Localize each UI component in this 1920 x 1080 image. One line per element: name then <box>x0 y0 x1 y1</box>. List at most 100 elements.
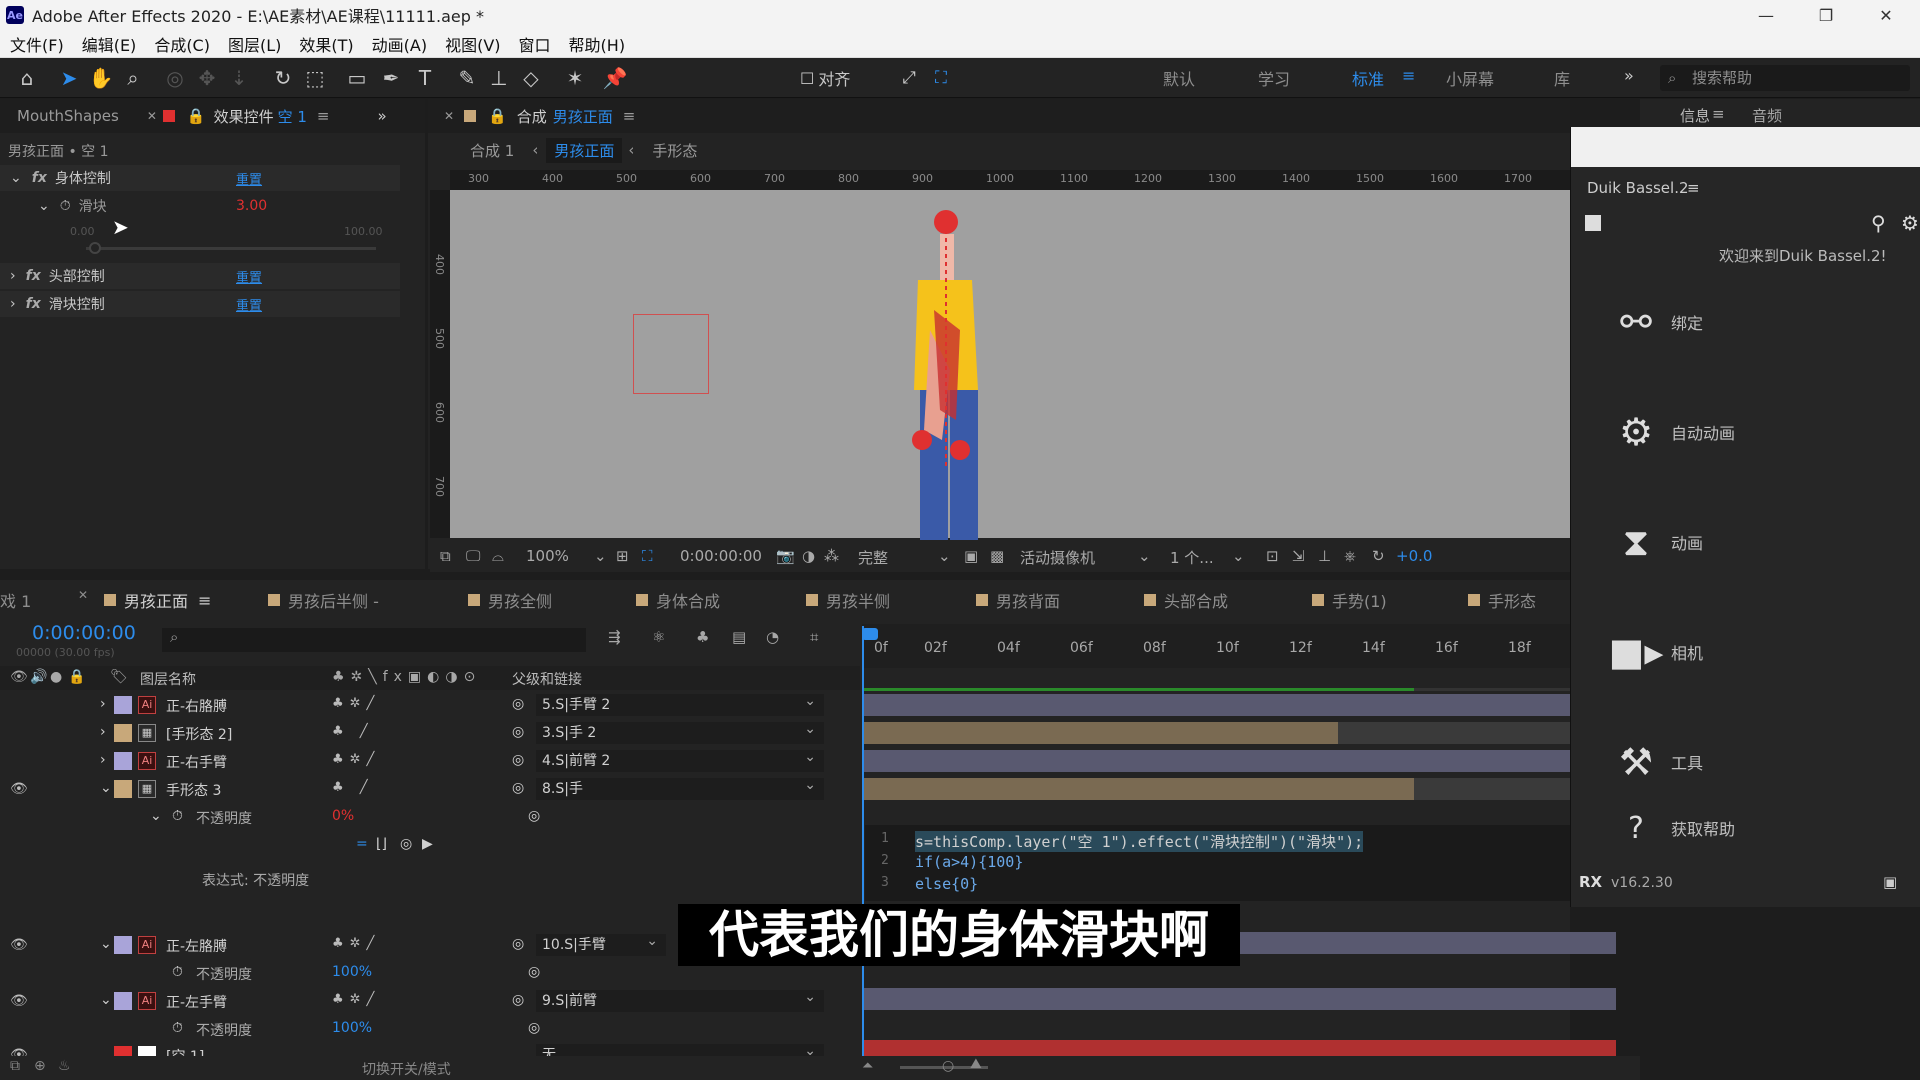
tab-gesture[interactable]: 手势(1) <box>1332 588 1387 612</box>
fx-icon[interactable]: fx <box>26 296 41 312</box>
duik-automation-button[interactable]: ⚙ 自动动画 <box>1571 377 1920 487</box>
layer-duration-bar[interactable] <box>864 778 1414 800</box>
pan-behind-tool-icon[interactable]: ⬚ <box>300 64 330 92</box>
frame-blending-icon[interactable]: ▤ <box>732 628 746 646</box>
roto-brush-icon[interactable]: ✶ <box>560 64 590 92</box>
workspace-learn[interactable]: 学习 <box>1258 66 1290 90</box>
layer-duration-bar[interactable] <box>864 722 1338 744</box>
layer-name[interactable]: 正-右胳膊 <box>166 696 227 716</box>
slider-track[interactable] <box>86 242 376 254</box>
zoom-out-icon[interactable]: ⏶ <box>862 1058 873 1074</box>
duik-close-icon[interactable]: ▣ <box>1883 873 1897 891</box>
layer-row[interactable]: 👁 [空 1] 无 <box>0 1042 860 1056</box>
reset-exposure-icon[interactable]: ↻ <box>1372 547 1385 565</box>
show-snapshot-icon[interactable]: ◑ <box>802 547 815 565</box>
workspace-small-screen[interactable]: 小屏幕 <box>1446 66 1494 90</box>
pickwhip-icon[interactable]: ◎ <box>512 752 524 768</box>
flowchart-icon[interactable]: ⎈ <box>1344 547 1356 565</box>
draft-3d-icon[interactable]: ⚛ <box>652 628 665 646</box>
work-area-start-icon[interactable] <box>862 628 878 640</box>
zoom-in-icon[interactable]: ⛰ <box>970 1056 982 1072</box>
expression-enable-icon[interactable]: = <box>356 836 368 852</box>
eraser-tool-icon[interactable]: ◇ <box>516 64 546 92</box>
parent-select[interactable]: 9.S|前臂 <box>536 986 824 1012</box>
chevron-down-icon[interactable]: ⌄ <box>150 808 162 824</box>
label-icon[interactable]: 🏷 <box>110 669 128 685</box>
tab-composition-name[interactable]: 男孩正面 <box>553 106 613 127</box>
render-time-icon[interactable]: ⧉ <box>10 1058 20 1074</box>
timeline-timecode[interactable]: 0:00:00:00 <box>32 622 136 644</box>
chevron-right-icon[interactable]: › <box>100 696 106 712</box>
zoom-select[interactable]: 100% <box>526 547 569 565</box>
menu-effect[interactable]: 效果(T) <box>299 32 353 56</box>
stopwatch-icon[interactable]: ⏱ <box>60 198 71 214</box>
menu-edit[interactable]: 编辑(E) <box>82 32 137 56</box>
character-figure[interactable] <box>870 210 1000 540</box>
close-tab-icon[interactable]: ✕ <box>78 588 88 602</box>
duik-tools-button[interactable]: ⚒ 工具 <box>1571 707 1920 817</box>
layer-row[interactable]: 👁 ⌄ ▦ 手形态 3 ♣ ╱ ◎ 8.S|手 <box>0 774 860 803</box>
toggle-switches-label[interactable]: 切换开关/模式 <box>362 1059 451 1079</box>
chevron-down-icon[interactable]: ⌄ <box>594 547 607 565</box>
motion-blur-icon[interactable]: ◔ <box>766 628 779 646</box>
eye-icon[interactable]: 👁 <box>10 993 28 1009</box>
snap-grid-icon[interactable]: ⛶ <box>926 64 956 92</box>
expression-pickwhip-icon[interactable]: ◎ <box>400 836 412 852</box>
close-tab-icon[interactable]: ✕ <box>147 109 157 123</box>
pickwhip-icon[interactable]: ◎ <box>512 696 524 712</box>
expand-icon[interactable]: ⊕ <box>34 1058 46 1074</box>
puppet-pin-icon[interactable]: 📌 <box>600 64 630 92</box>
tab-hand-shape[interactable]: 手形态 <box>1488 588 1536 612</box>
workspace-libraries[interactable]: 库 <box>1554 66 1570 90</box>
lock-icon[interactable]: 🔒 <box>68 669 85 685</box>
workspace-overflow-icon[interactable]: » <box>1624 66 1634 85</box>
layer-name[interactable]: [手形态 2] <box>166 724 232 744</box>
layer-duration-bar[interactable] <box>864 750 1570 772</box>
lock-icon[interactable]: 🔒 <box>488 107 507 125</box>
eye-icon[interactable]: 👁 <box>10 1047 28 1056</box>
reset-link[interactable]: 重置 <box>236 295 262 314</box>
layer-switches[interactable]: ♣✲╱ <box>332 696 380 711</box>
layer-search-input[interactable]: ⌕ <box>162 628 586 652</box>
parent-link-header[interactable]: 父级和链接 <box>512 669 582 689</box>
audio-icon[interactable]: 🔊 <box>30 669 47 685</box>
menu-help[interactable]: 帮助(H) <box>569 32 626 56</box>
layer-name-header[interactable]: 图层名称 <box>140 669 196 689</box>
tab-boy-full-side[interactable]: 男孩全侧 <box>488 588 552 612</box>
brush-tool-icon[interactable]: ✎ <box>452 64 482 92</box>
tab-body-comp[interactable]: 身体合成 <box>656 588 720 612</box>
expression-menu-icon[interactable]: ▶ <box>422 836 433 852</box>
chevron-down-icon[interactable]: ⌄ <box>938 547 951 565</box>
fx-icon[interactable]: fx <box>32 170 47 186</box>
duik-help-button[interactable]: ? 获取帮助 <box>1571 803 1920 853</box>
menu-animation[interactable]: 动画(A) <box>372 32 427 56</box>
chevron-down-icon[interactable]: ⌄ <box>100 780 112 796</box>
flowchart-icon[interactable]: ♨ <box>58 1058 71 1074</box>
effect-row-slider-control[interactable]: › fx 滑块控制 重置 <box>0 291 400 317</box>
monitor-icon[interactable]: 🖵 <box>466 547 480 565</box>
dolly-camera-icon[interactable]: ⇣ <box>224 64 254 92</box>
stopwatch-icon[interactable]: ⏱ <box>172 808 183 824</box>
graph-editor-icon[interactable]: ⌗ <box>810 628 818 646</box>
clone-stamp-icon[interactable]: ⊥ <box>484 64 514 92</box>
tab-head-comp[interactable]: 头部合成 <box>1164 588 1228 612</box>
chevron-down-icon[interactable]: ⌄ <box>10 170 22 186</box>
expression-editor[interactable]: 1 2 3 s=thisComp.layer("空 1").effect("滑块… <box>865 825 1570 901</box>
panel-menu-icon[interactable]: ≡ <box>1687 179 1700 197</box>
menu-layer[interactable]: 图层(L) <box>228 32 281 56</box>
null-layer-box[interactable] <box>633 314 709 394</box>
chevron-right-icon[interactable]: › <box>10 268 16 284</box>
playhead[interactable] <box>862 626 864 1056</box>
pickwhip-icon[interactable]: ◎ <box>512 724 524 740</box>
label-color-icon[interactable] <box>114 752 132 770</box>
layer-row[interactable]: › Ai 正-右手臂 ♣✲╱ ◎ 4.S|前臂 2 <box>0 746 860 775</box>
viewer-timecode[interactable]: 0:00:00:00 <box>680 547 762 565</box>
fast-previews-icon[interactable]: ⇲ <box>1292 547 1305 565</box>
hand-tool-icon[interactable]: ✋ <box>86 64 116 92</box>
reset-link[interactable]: 重置 <box>236 169 262 188</box>
eye-icon[interactable]: 👁 <box>10 669 28 685</box>
timeline-icon[interactable]: ⊥ <box>1318 547 1331 565</box>
menu-file[interactable]: 文件(F) <box>10 32 64 56</box>
parent-select[interactable]: 5.S|手臂 2 <box>536 690 824 716</box>
label-color-icon[interactable] <box>114 1046 132 1056</box>
